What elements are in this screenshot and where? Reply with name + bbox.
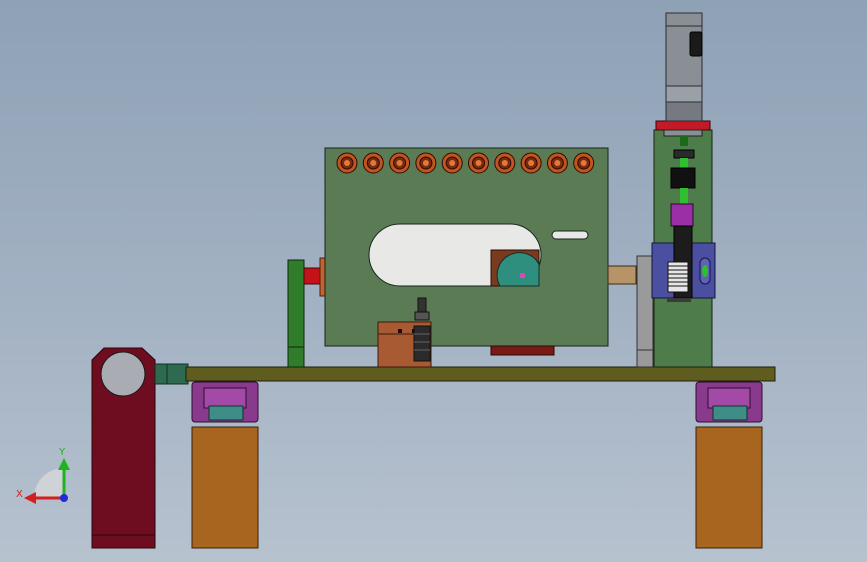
coordinate-triad: Y X xyxy=(16,447,70,504)
cad-viewport[interactable]: Y X xyxy=(0,0,867,562)
screw-port xyxy=(468,152,489,174)
gear-teeth xyxy=(667,261,689,293)
screw-port xyxy=(441,152,463,174)
assembly-model[interactable]: Y X xyxy=(0,0,867,562)
screw-port xyxy=(415,152,437,174)
main-fixture-plate[interactable] xyxy=(324,147,609,356)
y-axis-label: Y xyxy=(58,447,66,458)
left-support-leg[interactable] xyxy=(191,426,259,549)
motor-flange[interactable] xyxy=(655,120,711,137)
rotary-insert[interactable] xyxy=(490,249,540,287)
screw-port xyxy=(389,152,411,174)
screw-port xyxy=(520,152,542,174)
screw-port xyxy=(546,152,568,174)
x-axis-label: X xyxy=(16,489,23,500)
left-connector-block[interactable] xyxy=(154,363,189,385)
left-guide-carriage[interactable] xyxy=(191,381,259,423)
screw-port xyxy=(336,152,358,174)
right-support-leg[interactable] xyxy=(695,426,763,549)
servo-motor[interactable] xyxy=(665,12,703,122)
right-guide-carriage[interactable] xyxy=(695,381,763,423)
screw-port xyxy=(573,152,595,174)
left-end-block[interactable] xyxy=(91,347,156,549)
shaft-coupling-left[interactable] xyxy=(303,257,327,297)
left-pulley-plate[interactable] xyxy=(287,259,305,368)
screw-port xyxy=(362,152,384,174)
z-axis-dot xyxy=(60,494,68,502)
base-rail[interactable] xyxy=(185,366,776,382)
screw-port xyxy=(494,152,516,174)
